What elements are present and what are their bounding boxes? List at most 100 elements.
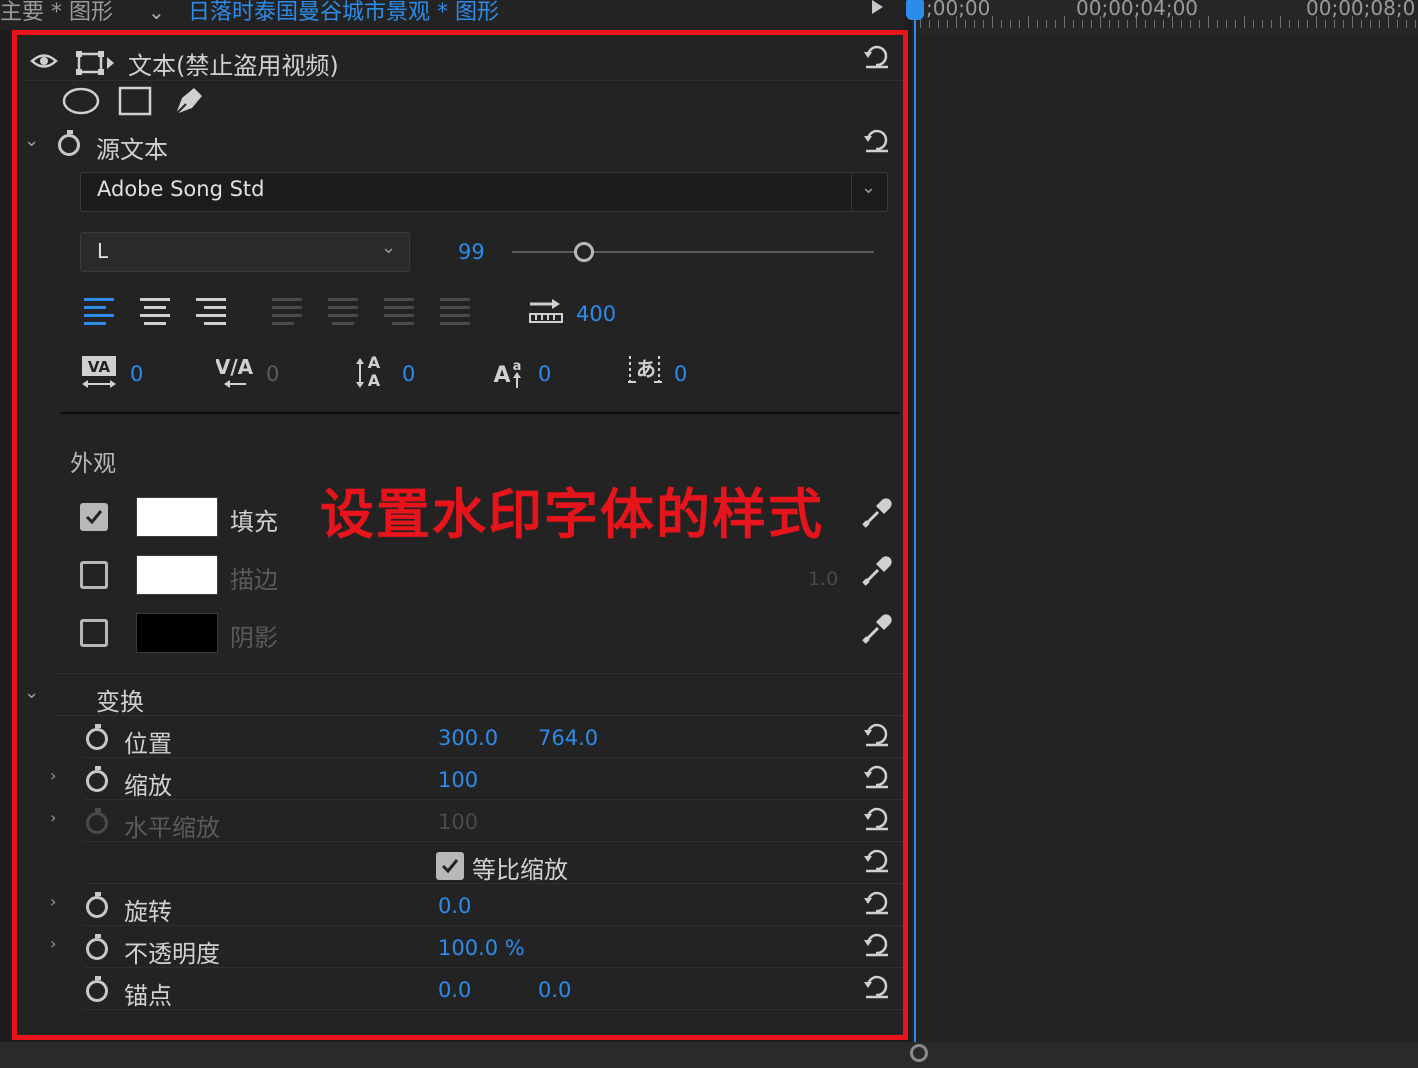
section-divider	[60, 412, 900, 414]
ruler-tick	[1208, 16, 1209, 28]
stopwatch-icon[interactable]	[86, 976, 108, 1002]
shadow-color-swatch[interactable]	[136, 613, 218, 653]
eye-icon[interactable]	[30, 50, 58, 76]
pen-tool-icon[interactable]	[172, 84, 206, 122]
expand-chevron-icon[interactable]: ›	[50, 808, 56, 827]
divider	[851, 173, 852, 211]
stopwatch-icon[interactable]	[86, 892, 108, 918]
collapse-chevron-icon[interactable]: ⌄	[24, 130, 39, 151]
svg-text:A: A	[368, 353, 381, 372]
opacity-value[interactable]: 100.0 %	[438, 936, 525, 960]
align-center-icon[interactable]	[140, 298, 172, 326]
ruler-tick	[929, 20, 930, 28]
tsume-value[interactable]: 0	[674, 362, 687, 386]
divider	[56, 715, 904, 716]
ruler-tick	[1001, 20, 1002, 28]
reset-icon[interactable]	[862, 930, 890, 958]
kerning-icon: V/A	[215, 354, 254, 395]
tracking-value[interactable]: 0	[130, 362, 143, 386]
eyedropper-icon[interactable]	[860, 496, 894, 534]
stopwatch-icon[interactable]	[86, 934, 108, 960]
time-ruler[interactable]: ;00;00 00;00;04;00 00;00;08;0	[912, 0, 1418, 34]
scale-value[interactable]: 100	[438, 768, 478, 792]
leading-value[interactable]: 0	[402, 362, 415, 386]
reset-icon[interactable]	[862, 762, 890, 790]
stroke-color-swatch[interactable]	[136, 555, 218, 595]
font-style-select[interactable]: L ⌄	[80, 232, 410, 272]
reset-icon[interactable]	[862, 972, 890, 1000]
tab-width-value[interactable]: 400	[576, 302, 616, 326]
shadow-checkbox[interactable]	[80, 619, 108, 647]
justify-right-icon[interactable]	[384, 298, 416, 326]
transform-box-icon[interactable]	[76, 50, 120, 80]
scroll-bar[interactable]	[0, 1042, 1418, 1068]
clip-tab[interactable]: 日落时泰国曼谷城市景观 * 图形	[188, 0, 499, 26]
font-size-value[interactable]: 99	[458, 240, 485, 264]
position-label: 位置	[124, 730, 172, 758]
anchor-y-value[interactable]: 0.0	[538, 978, 571, 1002]
reset-icon[interactable]	[862, 804, 890, 832]
font-family-select[interactable]: Adobe Song Std ⌄	[80, 172, 888, 212]
divider	[84, 1009, 904, 1010]
reset-icon[interactable]	[862, 888, 890, 916]
playhead-line[interactable]	[914, 20, 916, 1042]
stopwatch-icon[interactable]	[58, 130, 80, 156]
align-right-icon[interactable]	[196, 298, 228, 326]
position-y-value[interactable]: 764.0	[538, 726, 598, 750]
source-text-label: 源文本	[96, 136, 168, 164]
playhead-handle[interactable]	[906, 0, 924, 20]
ruler-tick	[1082, 20, 1083, 28]
sequence-tab[interactable]: 主要 * 图形	[0, 0, 113, 26]
leading-icon: AA	[354, 352, 390, 395]
reset-icon[interactable]	[862, 126, 890, 154]
expand-chevron-icon[interactable]: ›	[50, 766, 56, 785]
justify-center-icon[interactable]	[328, 298, 360, 326]
chevron-down-icon[interactable]: ⌄	[381, 237, 396, 258]
ruler-tick	[1109, 20, 1110, 28]
fill-checkbox[interactable]	[80, 503, 108, 531]
fill-color-swatch[interactable]	[136, 497, 218, 537]
rotation-value[interactable]: 0.0	[438, 894, 471, 918]
justify-left-icon[interactable]	[272, 298, 304, 326]
tsume-icon: あ	[626, 352, 662, 395]
justify-all-icon[interactable]	[440, 298, 472, 326]
chevron-down-icon[interactable]: ⌄	[861, 177, 876, 198]
timecode-2: 00;00;08;0	[1306, 0, 1416, 20]
font-size-slider[interactable]	[512, 251, 874, 253]
stopwatch-icon[interactable]	[86, 766, 108, 792]
uniform-scale-checkbox[interactable]	[436, 852, 464, 880]
svg-text:あ: あ	[636, 357, 656, 381]
anchor-x-value[interactable]: 0.0	[438, 978, 471, 1002]
timecode-1: 00;00;04;00	[1076, 0, 1199, 20]
reset-icon[interactable]	[862, 720, 890, 748]
timeline-area[interactable]	[912, 0, 1418, 1068]
reset-icon[interactable]	[862, 846, 890, 874]
ruler-tick	[1307, 20, 1308, 28]
rectangle-tool-icon[interactable]	[118, 86, 152, 120]
play-icon[interactable]	[872, 0, 883, 14]
chevron-down-icon[interactable]: ⌄	[148, 0, 165, 24]
expand-chevron-icon[interactable]: ›	[50, 934, 56, 953]
position-x-value[interactable]: 300.0	[438, 726, 498, 750]
ruler-tick	[992, 16, 993, 28]
ellipse-tool-icon[interactable]	[62, 86, 100, 120]
ruler-tick	[1154, 20, 1155, 28]
ruler-tick	[1298, 20, 1299, 28]
divider	[84, 757, 904, 758]
zoom-scroll-handle[interactable]	[910, 1044, 928, 1062]
ruler-tick	[1028, 16, 1029, 28]
ruler-tick	[1343, 20, 1344, 28]
align-left-icon[interactable]	[84, 298, 116, 326]
eyedropper-icon[interactable]	[860, 554, 894, 592]
stopwatch-icon	[86, 808, 108, 834]
tab-width-icon[interactable]	[528, 298, 564, 330]
reset-icon[interactable]	[862, 42, 890, 70]
timecode-0: ;00;00	[926, 0, 991, 20]
stopwatch-icon[interactable]	[86, 724, 108, 750]
stroke-checkbox[interactable]	[80, 561, 108, 589]
baseline-shift-value[interactable]: 0	[538, 362, 551, 386]
divider	[84, 967, 904, 968]
collapse-chevron-icon[interactable]: ⌄	[24, 682, 39, 703]
expand-chevron-icon[interactable]: ›	[50, 892, 56, 911]
eyedropper-icon[interactable]	[860, 612, 894, 650]
